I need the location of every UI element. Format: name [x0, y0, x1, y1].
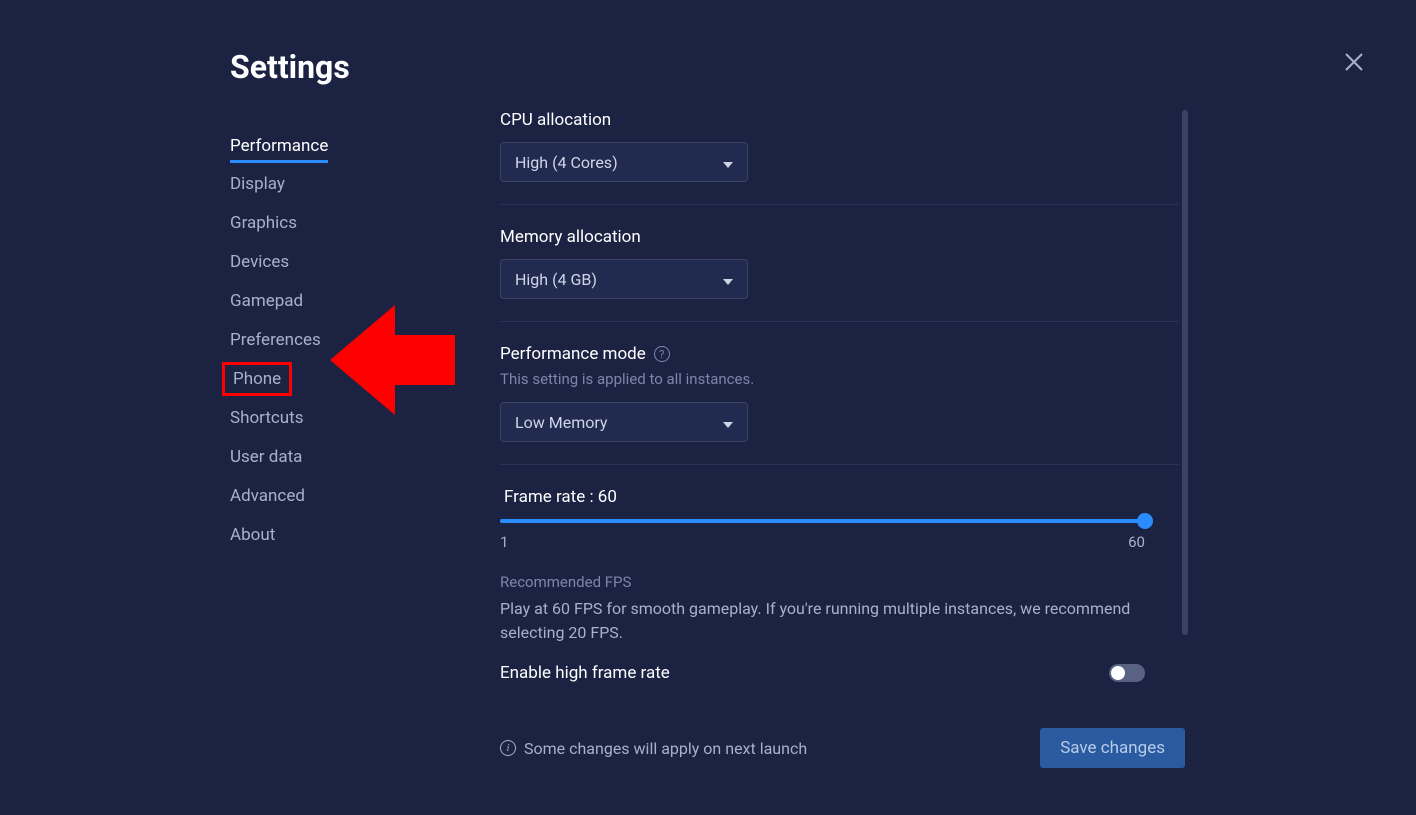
chevron-down-icon: [723, 413, 733, 432]
footer: i Some changes will apply on next launch…: [500, 728, 1185, 768]
frame-rate-slider[interactable]: [500, 519, 1145, 523]
sidebar-item-performance[interactable]: Performance: [230, 127, 328, 163]
sidebar-item-advanced[interactable]: Advanced: [230, 477, 305, 515]
memory-allocation-label: Memory allocation: [500, 227, 1179, 247]
scrollbar-thumb[interactable]: [1182, 110, 1188, 635]
performance-mode-value: Low Memory: [515, 413, 607, 432]
save-changes-button[interactable]: Save changes: [1040, 728, 1185, 768]
cpu-allocation-label: CPU allocation: [500, 110, 1179, 130]
recommended-fps-text: Play at 60 FPS for smooth gameplay. If y…: [500, 597, 1140, 645]
sidebar-item-devices[interactable]: Devices: [230, 243, 289, 281]
sidebar: Performance Display Graphics Devices Gam…: [230, 125, 450, 554]
memory-allocation-select[interactable]: High (4 GB): [500, 259, 748, 299]
frame-rate-label: Frame rate : 60: [500, 487, 1179, 507]
chevron-down-icon: [723, 270, 733, 289]
content-panel: CPU allocation High (4 Cores) Memory all…: [500, 110, 1180, 695]
sidebar-item-graphics[interactable]: Graphics: [230, 204, 297, 242]
recommended-fps-title: Recommended FPS: [500, 573, 1179, 591]
sidebar-item-preferences[interactable]: Preferences: [230, 321, 321, 359]
sidebar-item-about[interactable]: About: [230, 516, 275, 554]
performance-mode-select[interactable]: Low Memory: [500, 402, 748, 442]
frame-rate-max: 60: [1128, 533, 1145, 551]
frame-rate-min: 1: [500, 533, 508, 551]
performance-mode-label: Performance mode: [500, 344, 646, 364]
sidebar-item-gamepad[interactable]: Gamepad: [230, 282, 303, 320]
page-title: Settings: [230, 48, 350, 86]
sidebar-item-phone[interactable]: Phone: [222, 362, 292, 396]
frame-rate-slider-thumb[interactable]: [1137, 513, 1153, 529]
sidebar-item-shortcuts[interactable]: Shortcuts: [230, 399, 304, 437]
help-icon[interactable]: ?: [654, 346, 670, 362]
cpu-allocation-select[interactable]: High (4 Cores): [500, 142, 748, 182]
footer-note-text: Some changes will apply on next launch: [524, 739, 807, 758]
performance-mode-sublabel: This setting is applied to all instances…: [500, 370, 1179, 388]
sidebar-item-display[interactable]: Display: [230, 165, 285, 203]
info-icon: i: [500, 740, 516, 756]
chevron-down-icon: [723, 153, 733, 172]
close-button[interactable]: [1342, 50, 1366, 74]
memory-allocation-value: High (4 GB): [515, 270, 597, 289]
cpu-allocation-value: High (4 Cores): [515, 153, 618, 172]
sidebar-item-user-data[interactable]: User data: [230, 438, 302, 476]
